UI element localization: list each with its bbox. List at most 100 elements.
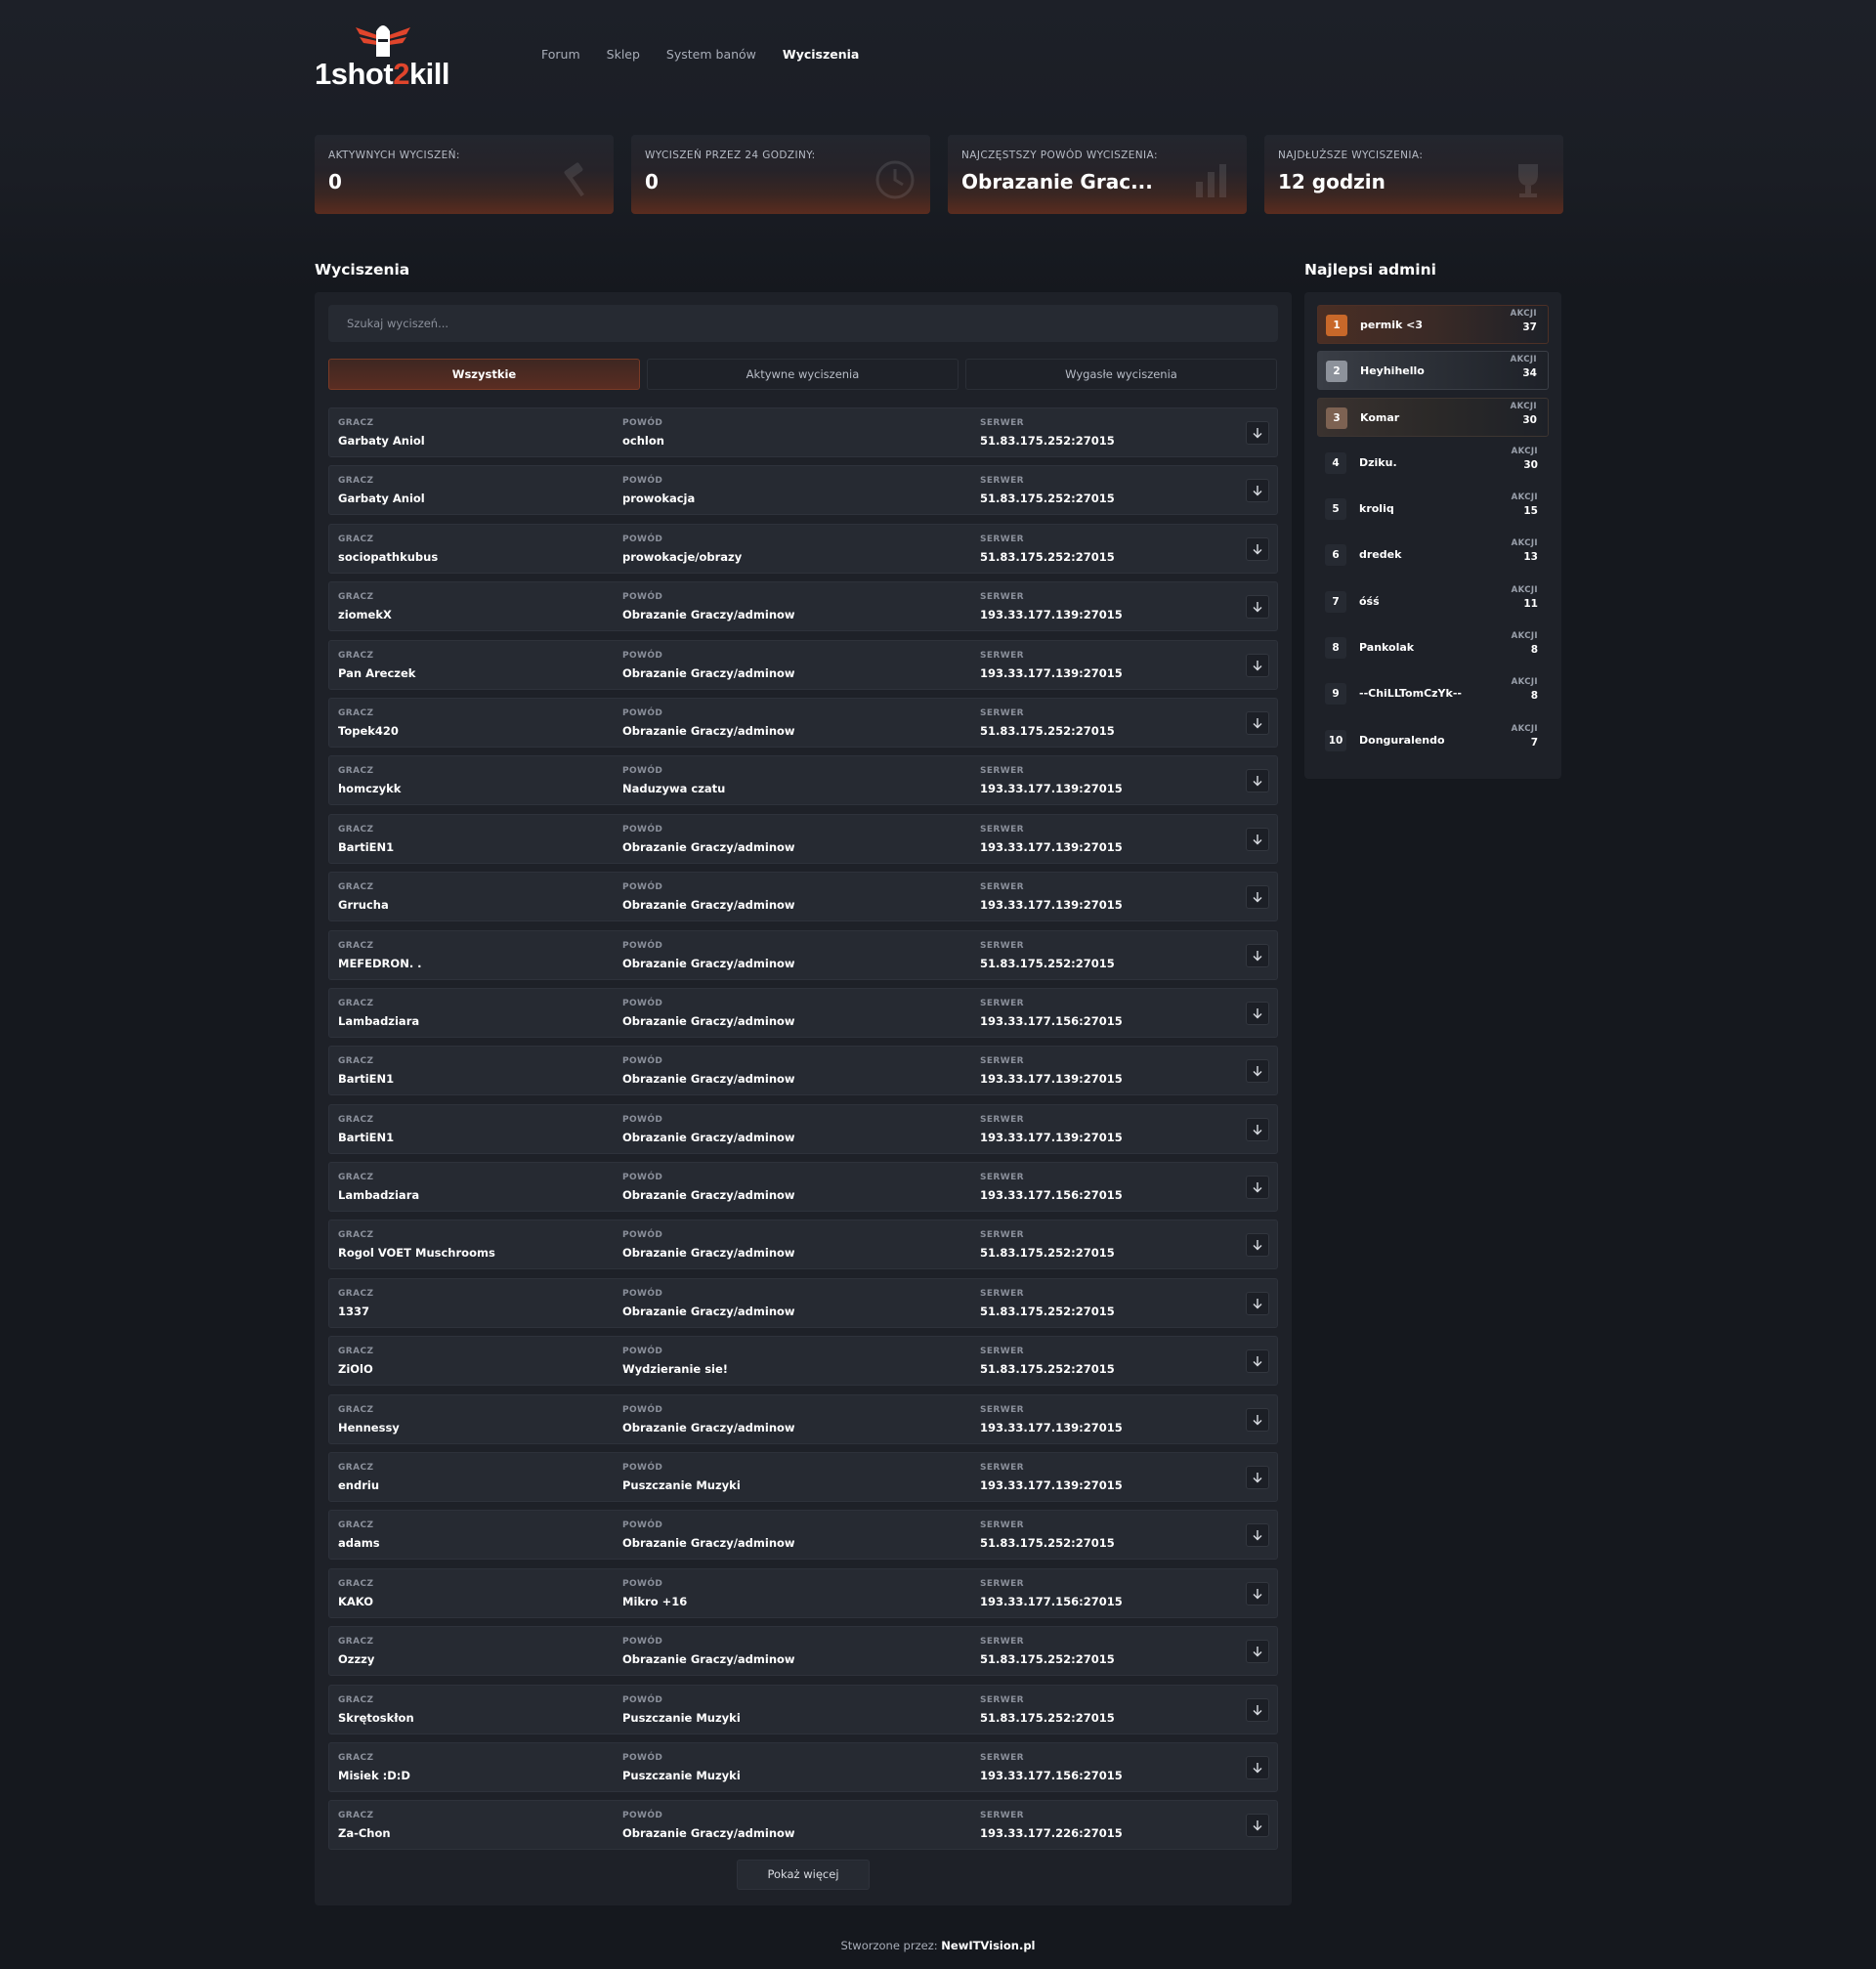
admin-item[interactable]: 10 Donguralendo AKCJI 7 — [1317, 721, 1549, 760]
server-cell: SERWER 51.83.175.252:27015 — [980, 1695, 1115, 1725]
mute-row[interactable]: GRACZ 1337 POWÓD Obrazanie Graczy/adminow SE… — [328, 1277, 1278, 1328]
reason-cell: POWÓD Obrazanie Graczy/adminow — [622, 1173, 795, 1202]
server-label: SERWER — [980, 1288, 1024, 1299]
reason-cell: POWÓD Puszczanie Muzyki — [622, 1463, 741, 1492]
actions-label: AKCJI — [1511, 677, 1538, 688]
mute-row[interactable]: GRACZ Skrętoskłon POWÓD Puszczanie Muzyki SE… — [328, 1684, 1278, 1734]
reason-text: ochlon — [622, 434, 664, 448]
site-logo[interactable]: 1shot2kill — [315, 21, 456, 92]
mute-row[interactable]: GRACZ BartiEN1 POWÓD Obrazanie Graczy/admin… — [328, 813, 1278, 864]
admin-item[interactable]: 7 óśś AKCJI 11 — [1317, 582, 1549, 621]
player-cell: GRACZ Skrętoskłon — [338, 1695, 414, 1725]
nav-system-banow[interactable]: System banów — [666, 47, 756, 62]
tab-all[interactable]: Wszystkie — [328, 359, 640, 390]
footer-author-link[interactable]: NewITVision.pl — [941, 1939, 1035, 1952]
server-cell: SERWER 193.33.177.139:27015 — [980, 592, 1123, 621]
expand-button[interactable] — [1246, 1755, 1269, 1779]
expand-button[interactable] — [1246, 1466, 1269, 1490]
expand-button[interactable] — [1246, 1814, 1269, 1838]
mute-row[interactable]: GRACZ Lambadziara POWÓD Obrazanie Graczy/ad… — [328, 1162, 1278, 1213]
admin-item[interactable]: 9 --ChiLLTomCzYk-- AKCJI 8 — [1317, 674, 1549, 713]
mute-row[interactable]: GRACZ ZiOlO POWÓD Wydzieranie sie! SERWER 51.… — [328, 1336, 1278, 1387]
nav-forum[interactable]: Forum — [541, 47, 580, 62]
tab-expired[interactable]: Wygasłe wyciszenia — [965, 359, 1277, 390]
admin-item[interactable]: 4 Dziku. AKCJI 30 — [1317, 444, 1549, 483]
admin-item[interactable]: 2 Heyhihello AKCJI 34 — [1317, 351, 1549, 391]
server-label: SERWER — [980, 1230, 1024, 1241]
expand-button[interactable] — [1246, 1407, 1269, 1432]
expand-button[interactable] — [1246, 421, 1269, 445]
expand-button[interactable] — [1246, 595, 1269, 620]
expand-button[interactable] — [1246, 1523, 1269, 1548]
mute-row[interactable]: GRACZ Topek420 POWÓD Obrazanie Graczy/admin… — [328, 697, 1278, 748]
expand-button[interactable] — [1246, 536, 1269, 561]
mute-row[interactable]: GRACZ Grrucha POWÓD Obrazanie Graczy/admino… — [328, 872, 1278, 922]
expand-button[interactable] — [1246, 1349, 1269, 1374]
admins-panel: 1 permik <3 AKCJI 37 2 Heyhihello AKCJI 34 3 Koma… — [1304, 292, 1561, 779]
mute-row[interactable]: GRACZ Garbaty Aniol POWÓD prowokacja SERWER 5… — [328, 465, 1278, 516]
mute-row[interactable]: GRACZ Za-Chon POWÓD Obrazanie Graczy/admino… — [328, 1800, 1278, 1851]
search-input[interactable] — [328, 305, 1278, 342]
reason-text: Obrazanie Graczy/adminow — [622, 1826, 795, 1841]
mute-row[interactable]: GRACZ Pan Areczek POWÓD Obrazanie Graczy/ad… — [328, 639, 1278, 690]
expand-button[interactable] — [1246, 1640, 1269, 1664]
mute-row[interactable]: GRACZ BartiEN1 POWÓD Obrazanie Graczy/admin… — [328, 1046, 1278, 1096]
reason-text: Obrazanie Graczy/adminow — [622, 1130, 795, 1144]
mute-row[interactable]: GRACZ Rogol VOET Muschrooms POWÓD Obrazanie… — [328, 1220, 1278, 1270]
expand-button[interactable] — [1246, 1233, 1269, 1258]
expand-button[interactable] — [1246, 710, 1269, 735]
player-name: Grrucha — [338, 898, 389, 913]
mute-row[interactable]: GRACZ adams POWÓD Obrazanie Graczy/adminow S… — [328, 1510, 1278, 1561]
mute-row[interactable]: GRACZ Garbaty Aniol POWÓD ochlon SERWER 51.83… — [328, 407, 1278, 457]
expand-button[interactable] — [1246, 1117, 1269, 1141]
tab-active[interactable]: Aktywne wyciszenia — [647, 359, 959, 390]
mute-row[interactable]: GRACZ Lambadziara POWÓD Obrazanie Graczy/ad… — [328, 987, 1278, 1038]
admin-item[interactable]: 1 permik <3 AKCJI 37 — [1317, 305, 1549, 344]
player-name: Pan Areczek — [338, 665, 416, 680]
stat-top-reason: NAJCZĘSTSZY POWÓD WYCISZENIA: Obrazanie … — [948, 135, 1247, 214]
expand-button[interactable] — [1246, 1581, 1269, 1605]
mute-row[interactable]: GRACZ Misiek :D:D POWÓD Puszczanie Muzyki SE… — [328, 1741, 1278, 1792]
reason-label: POWÓD — [622, 1347, 663, 1357]
reason-label: POWÓD — [622, 998, 663, 1008]
expand-button[interactable] — [1246, 653, 1269, 677]
nav-sklep[interactable]: Sklep — [607, 47, 640, 62]
admin-item[interactable]: 6 dredek AKCJI 13 — [1317, 535, 1549, 575]
player-cell: GRACZ 1337 — [338, 1289, 373, 1318]
reason-label: POWÓD — [622, 534, 663, 544]
admin-item[interactable]: 5 kroliq AKCJI 15 — [1317, 490, 1549, 529]
expand-button[interactable] — [1246, 885, 1269, 910]
expand-button[interactable] — [1246, 1176, 1269, 1200]
expand-button[interactable] — [1246, 1059, 1269, 1084]
expand-button[interactable] — [1246, 479, 1269, 503]
rank-badge: 7 — [1325, 590, 1346, 613]
reason-label: POWÓD — [622, 592, 663, 603]
nav-wyciszenia[interactable]: Wyciszenia — [783, 47, 859, 62]
mute-row[interactable]: GRACZ Hennessy POWÓD Obrazanie Graczy/admin… — [328, 1393, 1278, 1444]
expand-button[interactable] — [1246, 1291, 1269, 1315]
expand-button[interactable] — [1246, 769, 1269, 793]
player-name: Garbaty Aniol — [338, 492, 425, 506]
arrow-down-icon — [1253, 1820, 1262, 1831]
admin-item[interactable]: 8 Pankolak AKCJI 8 — [1317, 628, 1549, 667]
mute-row[interactable]: GRACZ sociopathkubus POWÓD prowokacje/obraz… — [328, 523, 1278, 574]
reason-cell: POWÓD Obrazanie Graczy/adminow — [622, 999, 795, 1028]
mute-row[interactable]: GRACZ homczykk POWÓD Naduzywa czatu SERWER 19… — [328, 755, 1278, 806]
player-name: KAKO — [338, 1594, 373, 1608]
mute-row[interactable]: GRACZ Ozzzy POWÓD Obrazanie Graczy/adminow S… — [328, 1626, 1278, 1677]
mute-row[interactable]: GRACZ BartiEN1 POWÓD Obrazanie Graczy/admin… — [328, 1103, 1278, 1154]
mute-row[interactable]: GRACZ endriu POWÓD Puszczanie Muzyki SERWER 1… — [328, 1452, 1278, 1503]
expand-button[interactable] — [1246, 943, 1269, 967]
expand-button[interactable] — [1246, 827, 1269, 851]
show-more-button[interactable]: Pokaż więcej — [737, 1860, 870, 1891]
mute-row[interactable]: GRACZ MEFEDRON. . POWÓD Obrazanie Graczy/ad… — [328, 929, 1278, 980]
admin-item[interactable]: 3 Komar AKCJI 30 — [1317, 397, 1549, 437]
reason-text: Obrazanie Graczy/adminow — [622, 1072, 795, 1087]
expand-button[interactable] — [1246, 1001, 1269, 1025]
mute-row[interactable]: GRACZ KAKO POWÓD Mikro +16 SERWER 193.33.177.… — [328, 1567, 1278, 1618]
player-name: Rogol VOET Muschrooms — [338, 1246, 495, 1261]
expand-button[interactable] — [1246, 1697, 1269, 1722]
mute-row[interactable]: GRACZ ziomekX POWÓD Obrazanie Graczy/admino… — [328, 581, 1278, 632]
rank-badge: 8 — [1325, 637, 1346, 660]
player-cell: GRACZ Misiek :D:D — [338, 1753, 410, 1782]
